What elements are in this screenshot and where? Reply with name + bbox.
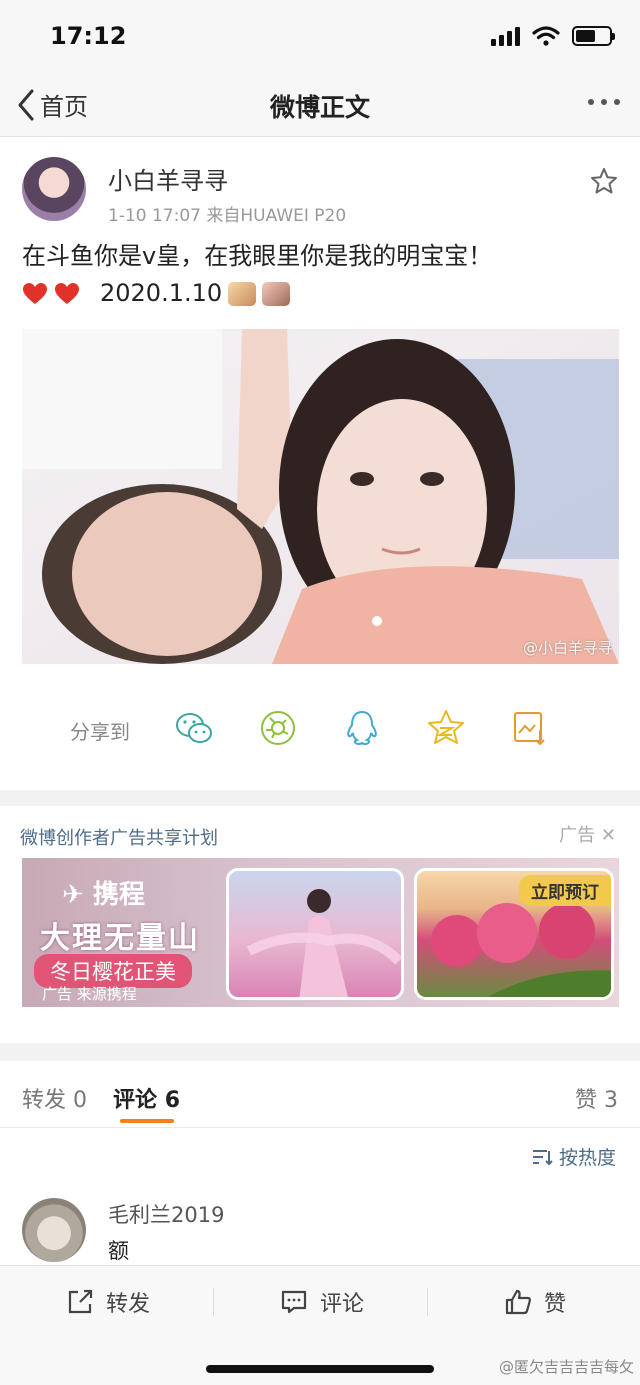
comment-icon xyxy=(281,1290,307,1314)
favorite-star-icon[interactable] xyxy=(590,167,618,195)
tab-repost-count: 0 xyxy=(73,1088,88,1113)
ad-source: 广告 来源携程 xyxy=(42,985,137,1003)
post-text: 在斗鱼你是v皇，在我眼里你是我的明宝宝！ 2020.1.10 xyxy=(22,238,622,312)
photo-image xyxy=(22,329,619,664)
tab-repost-label: 转发 xyxy=(22,1088,67,1113)
repost-label: 转发 xyxy=(106,1292,151,1317)
ad-headline: 大理无量山 xyxy=(40,921,200,956)
ad-image-woman xyxy=(226,868,404,1000)
post-meta: 1-10 17:07 来自HUAWEI P20 xyxy=(108,201,346,226)
weibo-post-screen: 17:12 首页 微博正文 小白羊寻寻 1-10 17:07 来自HUAWEI … xyxy=(0,0,640,1385)
couple-emoji-icon xyxy=(228,281,257,306)
ad-label: 广告 xyxy=(559,825,596,846)
tab-comments-count: 6 xyxy=(164,1088,180,1113)
avatar[interactable] xyxy=(22,157,86,221)
interaction-tabs: 转发 0 评论 6 赞 3 xyxy=(0,1062,640,1128)
post-date-text: 2020.1.10 xyxy=(100,279,223,307)
brand-logo-icon: ✈ xyxy=(62,880,84,910)
wifi-icon xyxy=(532,26,560,46)
tab-likes[interactable]: 赞 3 xyxy=(575,1082,618,1114)
like-button[interactable]: 赞 xyxy=(504,1286,566,1318)
couple-emoji-icon xyxy=(262,281,291,306)
tab-repost[interactable]: 转发 0 xyxy=(22,1082,87,1114)
ad-program-title[interactable]: 微博创作者广告共享计划 xyxy=(20,824,218,850)
sort-label: 按热度 xyxy=(558,1147,616,1169)
tab-likes-label: 赞 xyxy=(574,1088,597,1113)
book-now-button[interactable]: 立即预订 xyxy=(519,875,611,906)
post-text-line2: 2020.1.10 xyxy=(22,275,622,312)
qzone-star-icon[interactable] xyxy=(426,708,466,748)
section-divider xyxy=(0,1043,640,1061)
section-divider xyxy=(0,790,640,806)
tab-likes-count: 3 xyxy=(604,1088,618,1113)
ad-banner[interactable]: ✈ 携程 大理无量山 冬日樱花正美 广告 来源携程 立即预订 xyxy=(22,858,619,1007)
share-row: 分享到 xyxy=(0,700,640,760)
heart-icon xyxy=(23,282,47,304)
status-icons xyxy=(491,26,615,46)
ad-image-cherry-blossoms: 立即预订 xyxy=(414,868,614,1000)
status-time: 17:12 xyxy=(50,22,127,50)
battery-icon xyxy=(572,26,615,46)
save-image-icon[interactable] xyxy=(510,708,550,748)
more-options-icon[interactable] xyxy=(588,99,620,105)
comment-text: 额 xyxy=(108,1239,129,1263)
post-header: 小白羊寻寻 1-10 17:07 来自HUAWEI P20 xyxy=(0,137,640,237)
sort-icon xyxy=(532,1149,553,1165)
source-watermark: @匿欠吉吉吉吉每攵 xyxy=(498,1358,634,1376)
ad-brand-label: 携程 xyxy=(92,880,145,910)
sort-button[interactable]: 按热度 xyxy=(531,1143,616,1170)
post-photo[interactable]: @小白羊寻寻 xyxy=(22,329,619,664)
thumbs-up-icon xyxy=(505,1289,531,1315)
home-indicator[interactable] xyxy=(206,1365,434,1373)
wechat-icon[interactable] xyxy=(174,708,214,748)
divider xyxy=(213,1288,214,1316)
active-tab-indicator xyxy=(120,1119,174,1123)
nav-bar: 首页 微博正文 xyxy=(0,75,640,137)
comment-item: 毛利兰2019 额 xyxy=(0,1190,640,1270)
repost-button[interactable]: 转发 xyxy=(66,1286,150,1318)
comment-label: 评论 xyxy=(320,1292,365,1317)
divider xyxy=(427,1288,428,1316)
signal-icon xyxy=(491,26,520,46)
commenter-name[interactable]: 毛利兰2019 xyxy=(108,1199,224,1229)
heart-icon xyxy=(55,282,79,304)
share-label: 分享到 xyxy=(70,720,130,744)
commenter-avatar[interactable] xyxy=(22,1198,86,1262)
page-title: 微博正文 xyxy=(269,93,370,122)
post-date: 1-10 17:07 xyxy=(108,206,201,226)
share-out-icon xyxy=(68,1289,93,1314)
comment-button[interactable]: 评论 xyxy=(280,1286,364,1318)
status-bar: 17:12 xyxy=(0,0,640,75)
ad-brand: ✈ 携程 xyxy=(62,874,145,911)
tab-comments-label: 评论 xyxy=(113,1088,158,1113)
post-text-line1: 在斗鱼你是v皇，在我眼里你是我的明宝宝！ xyxy=(22,242,493,270)
qq-icon[interactable] xyxy=(342,708,382,748)
tab-comments[interactable]: 评论 6 xyxy=(113,1082,180,1114)
close-icon[interactable]: ✕ xyxy=(601,825,616,846)
post-source: 来自HUAWEI P20 xyxy=(206,206,347,226)
username[interactable]: 小白羊寻寻 xyxy=(108,161,228,196)
moments-icon[interactable] xyxy=(258,708,298,748)
like-label: 赞 xyxy=(544,1292,567,1317)
photo-watermark: @小白羊寻寻 xyxy=(522,639,613,657)
ad-close-button[interactable]: 广告 ✕ xyxy=(559,821,616,847)
